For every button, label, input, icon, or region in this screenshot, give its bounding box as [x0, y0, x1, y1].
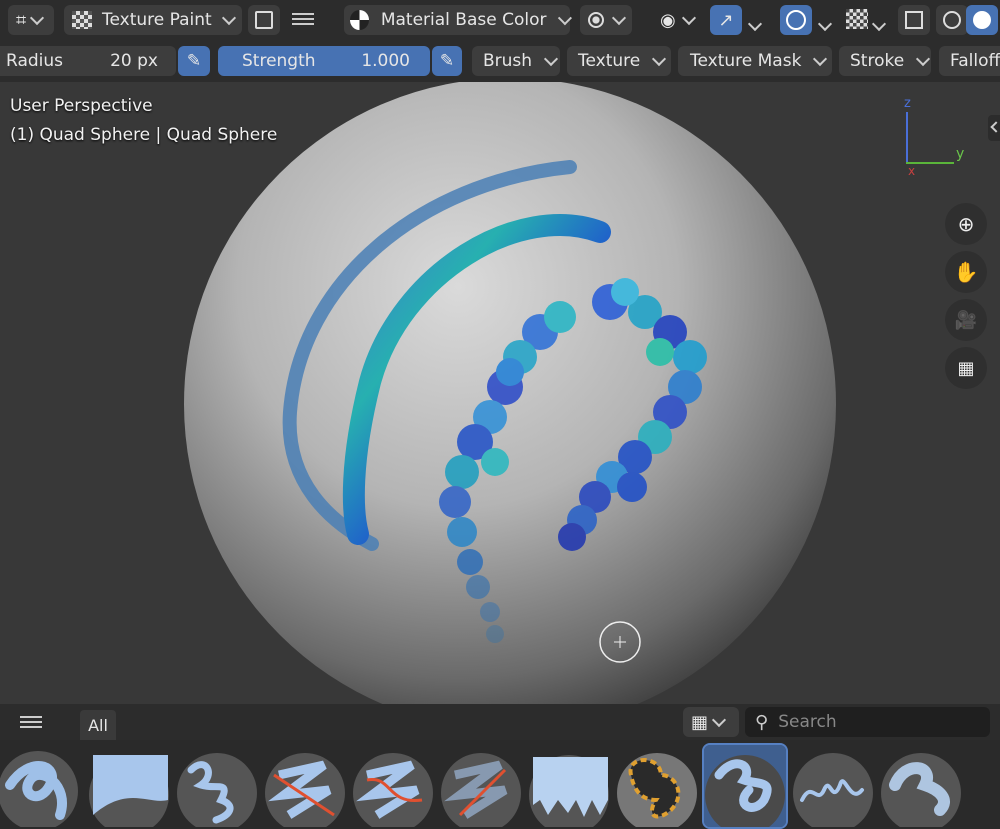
brush-thumb-10[interactable] — [792, 745, 874, 827]
dot-icon — [588, 12, 604, 28]
view-name-label: User Perspective — [10, 96, 153, 116]
view-toggle-button[interactable] — [248, 5, 280, 35]
editor-type-icon: ⌗ — [16, 9, 27, 31]
radius-label: Radius — [6, 51, 64, 71]
texture-mask-popover[interactable]: Texture Mask — [678, 46, 832, 76]
stroke-label: Stroke — [850, 51, 905, 71]
brush-thumb-6[interactable] — [440, 745, 522, 827]
view-toggle-icon — [255, 11, 273, 29]
brush-thumb-3[interactable] — [176, 745, 258, 827]
pan-hand-icon: ✋ — [953, 260, 979, 284]
brush-thumb-11[interactable] — [880, 745, 962, 827]
texture-paint-icon — [72, 11, 92, 29]
axis-z-label: z — [904, 96, 911, 111]
ortho-grid-icon: ▦ — [957, 357, 975, 379]
shading-color-dropdown[interactable]: Material Base Color — [344, 5, 573, 35]
tool-settings-bar: Radius 20 px ✎ Strength 1.000 ✎ Brush Te… — [0, 40, 1000, 83]
brush-thumb-7[interactable] — [528, 745, 610, 827]
pen-pressure-icon: ✎ — [439, 51, 455, 71]
strength-value: 1.000 — [361, 51, 410, 71]
asset-shelf — [0, 740, 1000, 829]
overlay-toggle[interactable] — [780, 5, 812, 35]
shelf-menu-icon[interactable] — [20, 713, 42, 731]
radius-value: 20 px — [110, 51, 158, 71]
brush-thumb-2[interactable] — [88, 745, 170, 827]
tab-all[interactable]: All — [80, 710, 116, 740]
gizmo-toggle[interactable]: ↗ — [710, 5, 742, 35]
camera-icon: 🎥 — [954, 309, 978, 331]
brush-thumb-8[interactable] — [616, 745, 698, 827]
solid-shading-button[interactable] — [966, 5, 998, 35]
sphere-canvas — [184, 82, 836, 704]
zoom-icon: ⊕ — [957, 212, 975, 236]
shading-label: Material Base Color — [380, 10, 547, 30]
texture-popover[interactable]: Texture — [567, 46, 671, 76]
brush-thumb-1[interactable] — [0, 745, 82, 827]
search-input[interactable]: ⚲ Search — [745, 707, 990, 737]
editor-type-menu[interactable]: ⌗ — [8, 5, 54, 35]
checker-icon[interactable] — [846, 9, 868, 29]
texture-mask-label: Texture Mask — [690, 51, 802, 71]
radius-pressure-toggle[interactable]: ✎ — [178, 46, 210, 76]
sidebar-toggle[interactable] — [988, 115, 1000, 141]
material-sphere-icon — [350, 10, 369, 30]
strength-pressure-toggle[interactable]: ✎ — [432, 46, 462, 76]
axis-x-label: x — [908, 164, 916, 178]
pen-pressure-icon: ✎ — [186, 51, 202, 71]
display-options-dropdown[interactable]: ▦ — [683, 707, 739, 737]
mode-label: Texture Paint — [102, 10, 212, 30]
xray-toggle[interactable] — [898, 5, 930, 35]
gizmo-options[interactable] — [747, 14, 763, 33]
grid-view-icon: ▦ — [691, 711, 709, 733]
strength-label: Strength — [242, 51, 316, 71]
navigation-gizmo[interactable]: z y x — [896, 96, 976, 178]
search-icon: ⚲ — [755, 711, 769, 733]
stroke-popover[interactable]: Stroke — [839, 46, 931, 76]
strength-slider[interactable]: Strength 1.000 — [218, 46, 430, 76]
brush-thumb-4[interactable] — [264, 745, 346, 827]
brush-popover[interactable]: Brush — [472, 46, 560, 76]
axis-y-label: y — [956, 146, 965, 162]
mode-dropdown[interactable]: Texture Paint — [64, 5, 242, 35]
xray-icon — [905, 11, 923, 29]
falloff-popover[interactable]: Falloff — [939, 46, 1000, 76]
pan-button[interactable]: ✋ — [945, 251, 987, 293]
chevron-left-icon — [990, 121, 1000, 133]
texture-label: Texture — [578, 51, 641, 71]
gizmo-icon: ↗ — [718, 9, 734, 31]
asset-shelf-header: All ▦ ⚲ Search — [0, 704, 1000, 740]
falloff-label: Falloff — [950, 51, 1000, 71]
object-info-label: (1) Quad Sphere | Quad Sphere — [10, 125, 278, 145]
camera-view-button[interactable]: 🎥 — [945, 299, 987, 341]
wireframe-shading-icon — [943, 11, 961, 29]
menu-icon[interactable] — [292, 10, 314, 30]
wireframe-shading-button[interactable] — [936, 5, 968, 35]
visibility-dropdown[interactable]: ◉ — [656, 5, 706, 35]
3d-viewport[interactable]: User Perspective (1) Quad Sphere | Quad … — [0, 82, 1000, 704]
viewport-header: ⌗ Texture Paint Material Base Color ◉ ↗ — [0, 0, 1000, 40]
solid-shading-icon — [973, 11, 991, 29]
overlay-options[interactable] — [817, 14, 833, 33]
radius-field[interactable]: Radius 20 px — [0, 46, 176, 76]
checker-options[interactable] — [871, 14, 887, 33]
brush-thumb-5[interactable] — [352, 745, 434, 827]
search-placeholder: Search — [778, 712, 837, 732]
brush-label: Brush — [483, 51, 533, 71]
zoom-button[interactable]: ⊕ — [945, 203, 987, 245]
ortho-toggle-button[interactable]: ▦ — [945, 347, 987, 389]
overlay-icon — [786, 10, 806, 30]
brush-thumb-9[interactable] — [702, 743, 788, 829]
visibility-eye-icon: ◉ — [660, 9, 676, 31]
dot-dropdown[interactable] — [580, 5, 632, 35]
